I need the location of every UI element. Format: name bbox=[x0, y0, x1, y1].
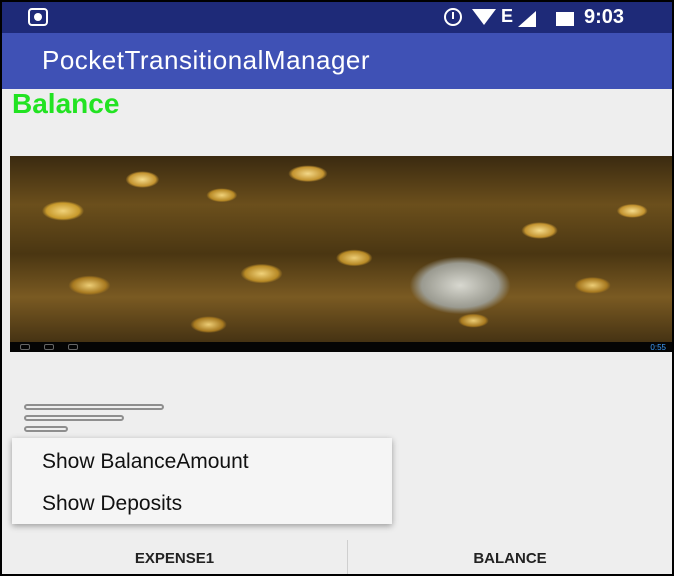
list-icon-bar bbox=[24, 404, 164, 410]
popup-menu: Show BalanceAmount Show Deposits bbox=[12, 438, 392, 524]
app-screen: E 9:03 PocketTransitionalManager Balance… bbox=[0, 0, 674, 576]
battery-icon bbox=[556, 12, 574, 26]
wifi-icon bbox=[472, 9, 496, 25]
back-icon bbox=[20, 344, 30, 350]
app-notification-icon bbox=[28, 8, 48, 26]
bottom-tab-bar: EXPENSE1 BALANCE bbox=[2, 540, 672, 574]
image-nav-time: 0:55 bbox=[650, 343, 666, 352]
coins-image: 0:55 bbox=[10, 156, 672, 352]
signal-icon bbox=[518, 11, 536, 27]
image-embedded-navbar: 0:55 bbox=[10, 342, 672, 352]
network-type-label: E bbox=[501, 6, 514, 26]
status-time: 9:03 bbox=[584, 6, 625, 28]
list-icon-bar bbox=[24, 426, 68, 432]
list-icon-bar bbox=[24, 415, 124, 421]
menu-item-show-deposits[interactable]: Show Deposits bbox=[42, 492, 182, 516]
menu-item-show-balance-amount[interactable]: Show BalanceAmount bbox=[42, 450, 249, 474]
alarm-icon bbox=[444, 8, 462, 26]
recents-icon bbox=[68, 344, 78, 350]
tab-expense1[interactable]: EXPENSE1 bbox=[2, 540, 347, 574]
page-heading: Balance bbox=[12, 88, 120, 119]
tab-balance[interactable]: BALANCE bbox=[348, 540, 672, 574]
action-bar: PocketTransitionalManager bbox=[2, 33, 672, 89]
home-icon bbox=[44, 344, 54, 350]
overflow-list-icon[interactable] bbox=[24, 404, 164, 436]
status-bar: E 9:03 bbox=[2, 2, 672, 33]
app-title: PocketTransitionalManager bbox=[42, 45, 371, 75]
